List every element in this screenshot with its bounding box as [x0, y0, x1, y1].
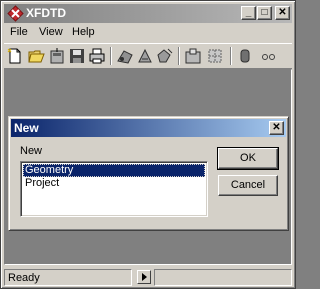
status-text: Ready [8, 272, 40, 284]
toolbar-separator [110, 47, 112, 65]
close-button[interactable]: ✕ [275, 6, 290, 20]
play-arrow-icon [142, 273, 147, 281]
cylinder-icon[interactable] [236, 47, 254, 65]
list-item-geometry[interactable]: Geometry [23, 164, 205, 177]
dialog-title: New [14, 121, 39, 135]
status-nav-button[interactable] [137, 270, 151, 284]
open-folder-icon[interactable] [28, 47, 46, 65]
dialog-list-label: New [20, 145, 43, 157]
new-file-icon[interactable] [6, 47, 24, 65]
dialog-titlebar[interactable]: New ✕ [11, 119, 286, 137]
menu-bar: File View Help [4, 24, 292, 42]
toolbar-separator [230, 47, 232, 65]
save-icon[interactable] [68, 47, 86, 65]
xfdtd-logo-icon [7, 5, 24, 22]
menu-help[interactable]: Help [72, 26, 95, 38]
project-icon[interactable] [184, 47, 202, 65]
toolbar-separator [178, 47, 180, 65]
status-bar: Ready [4, 267, 292, 287]
cancel-button[interactable]: Cancel [218, 175, 278, 196]
minimize-button[interactable]: _ [241, 6, 256, 20]
maximize-button[interactable]: □ [257, 6, 272, 20]
status-field-main: Ready [4, 269, 132, 286]
list-item-project[interactable]: Project [23, 177, 205, 190]
dialog-close-button[interactable]: ✕ [269, 121, 284, 135]
import-geometry-icon[interactable] [48, 47, 66, 65]
print-icon[interactable] [88, 47, 106, 65]
app-titlebar[interactable]: XFDTD _ □ ✕ [4, 4, 292, 23]
app-title: XFDTD [26, 6, 66, 20]
app-window: XFDTD _ □ ✕ File View Help Ready New ✕ N… [0, 0, 296, 289]
toolbar [4, 43, 292, 69]
cad-tool-b-icon[interactable] [136, 47, 154, 65]
menu-file[interactable]: File [10, 26, 28, 38]
mesh-icon[interactable] [206, 47, 224, 65]
new-dialog: New ✕ New Geometry Project OK Cancel [8, 116, 289, 231]
menu-view[interactable]: View [39, 26, 63, 38]
cad-tool-c-icon[interactable] [156, 47, 174, 65]
type-listbox[interactable]: Geometry Project [20, 161, 208, 217]
overflow-icon[interactable] [258, 47, 288, 65]
cad-tool-a-icon[interactable] [116, 47, 134, 65]
status-field-secondary [154, 269, 292, 286]
ok-button[interactable]: OK [217, 147, 279, 170]
